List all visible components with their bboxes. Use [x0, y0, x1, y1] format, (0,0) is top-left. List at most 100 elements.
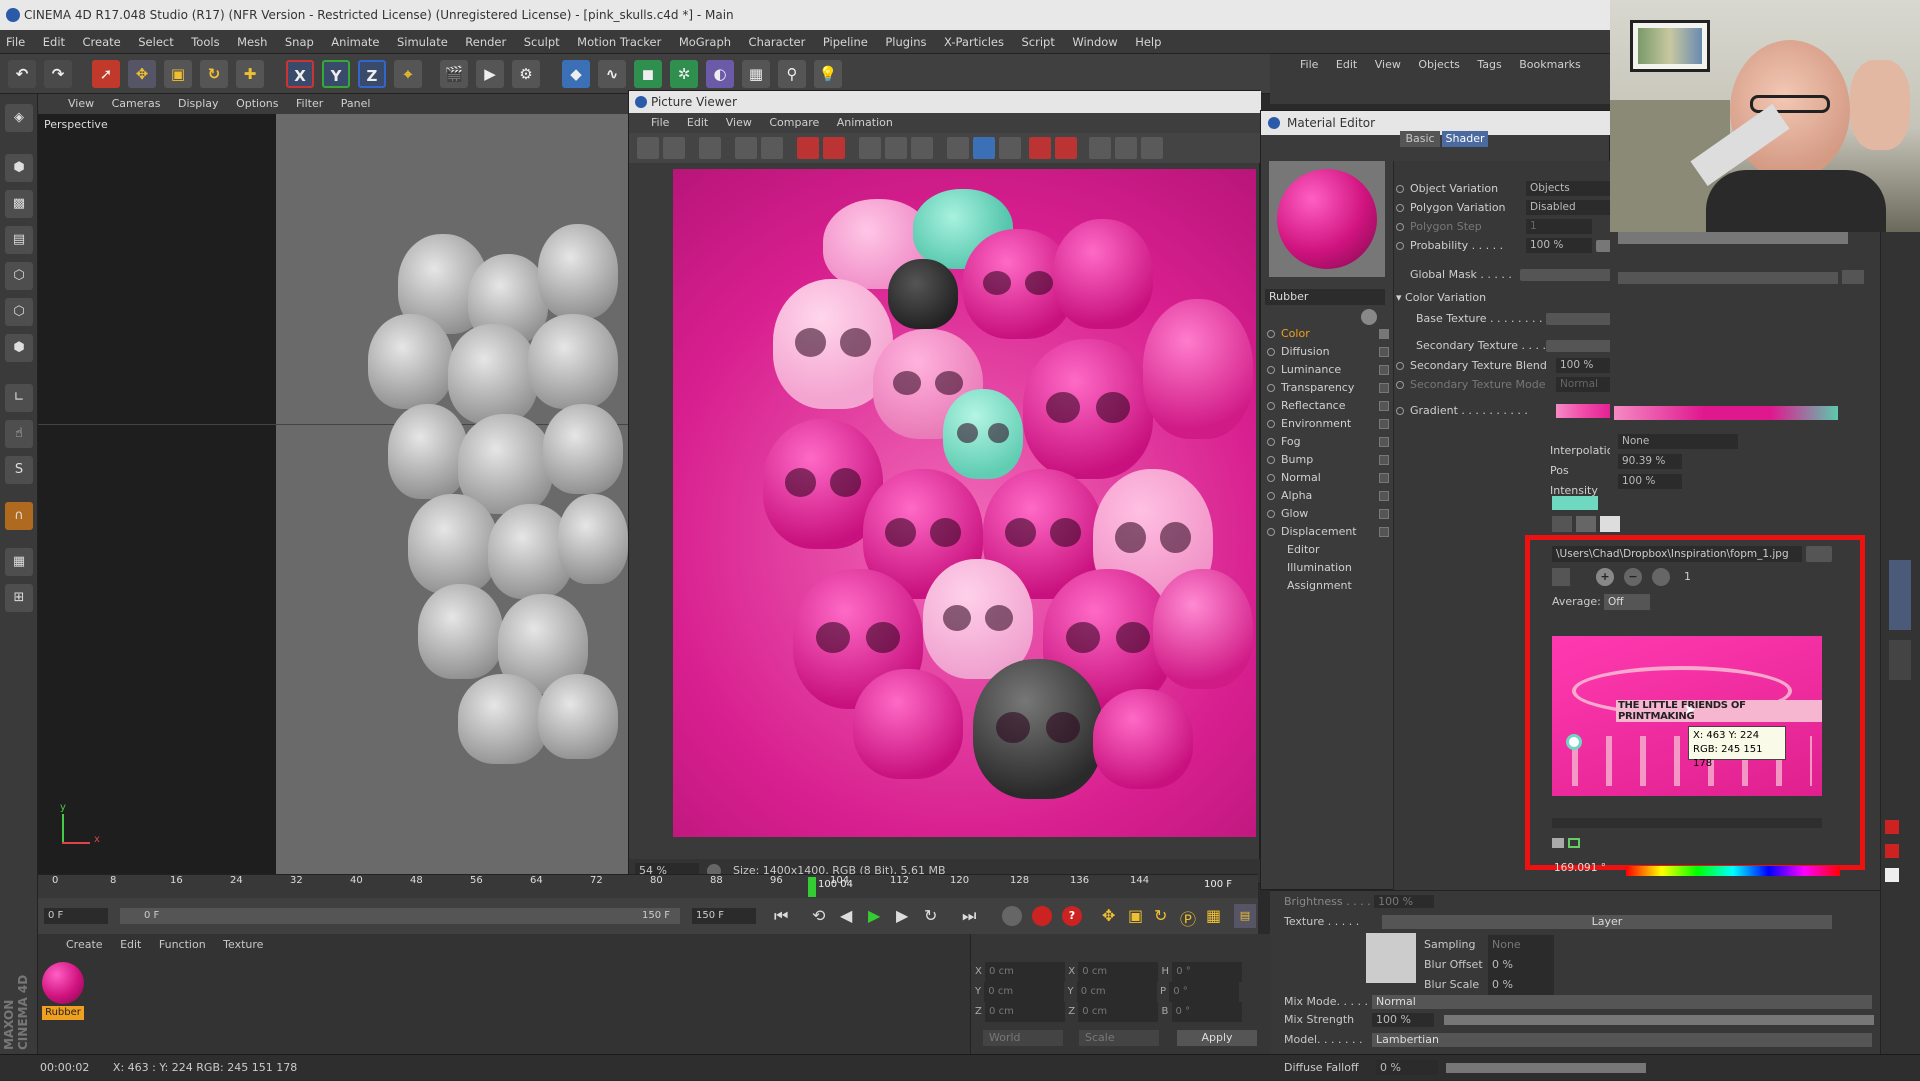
playhead-marker[interactable]	[808, 877, 816, 897]
checkbox-icon[interactable]	[1379, 365, 1389, 375]
menu-script[interactable]: Script	[1021, 35, 1054, 49]
checkbox-checked-icon[interactable]	[1379, 329, 1389, 339]
channel-luminance[interactable]: Luminance	[1267, 361, 1389, 378]
pv-layer-icon[interactable]	[947, 137, 969, 159]
channel-displacement[interactable]: Displacement	[1267, 523, 1389, 540]
pv-settings-icon[interactable]	[911, 137, 933, 159]
magnet-icon[interactable]: ∩	[5, 502, 33, 530]
viewport-menu-display[interactable]: Display	[178, 97, 219, 110]
channel-bump[interactable]: Bump	[1267, 451, 1389, 468]
red-swatch-icon[interactable]	[1885, 844, 1899, 858]
redo-icon[interactable]: ↷	[44, 60, 72, 88]
menu-tools[interactable]: Tools	[191, 35, 219, 49]
blur-offset-field[interactable]: 0 %	[1488, 955, 1554, 975]
key-param-icon[interactable]: Ⓟ	[1180, 906, 1196, 930]
viewport-menu-filter[interactable]: Filter	[296, 97, 323, 110]
secondary-mode-dropdown[interactable]: Normal	[1556, 377, 1616, 392]
menu-file[interactable]: File	[6, 35, 25, 49]
menu-simulate[interactable]: Simulate	[397, 35, 448, 49]
tweak-mode-icon[interactable]: ☝	[5, 420, 33, 448]
menu-snap[interactable]: Snap	[285, 35, 314, 49]
polygon-step-field[interactable]: 1	[1526, 219, 1592, 234]
attributes-tab[interactable]	[1889, 560, 1911, 630]
pv-ab-compare-icon[interactable]	[859, 137, 881, 159]
pv-render-region-icon[interactable]	[823, 137, 845, 159]
pv-split-icon[interactable]	[1115, 137, 1137, 159]
prev-frame-icon[interactable]: ◀	[840, 906, 852, 925]
render-settings-icon[interactable]: ⚙	[512, 60, 540, 88]
red-swatch-icon[interactable]	[1885, 820, 1899, 834]
checkbox-icon[interactable]	[1379, 527, 1389, 537]
pv-b-icon[interactable]	[1055, 137, 1077, 159]
om-menu-edit[interactable]: Edit	[1336, 58, 1357, 71]
next-frame-icon[interactable]: ▶	[896, 906, 908, 925]
material-name-field[interactable]: Rubber	[1265, 289, 1385, 305]
y-axis-lock-button[interactable]: Y	[322, 60, 350, 88]
pv-filter-icon[interactable]	[999, 137, 1021, 159]
global-mask-more-button[interactable]	[1842, 270, 1864, 284]
spline-icon[interactable]: ∿	[598, 60, 626, 88]
timeline-ruler[interactable]: 0 8 16 24 32 40 48 56 64 72 80 88 96 104…	[38, 874, 1258, 898]
tab-shader[interactable]: Shader	[1442, 131, 1488, 147]
channel-assignment[interactable]: Assignment	[1267, 577, 1389, 594]
menu-character[interactable]: Character	[749, 35, 806, 49]
render-view-icon[interactable]: 🎬	[440, 60, 468, 88]
pv-swap-icon[interactable]	[1089, 137, 1111, 159]
camera-icon[interactable]: ⚲	[778, 60, 806, 88]
white-swatch-icon[interactable]	[1885, 868, 1899, 882]
pv-fullscreen-icon[interactable]	[1141, 137, 1163, 159]
om-menu-view[interactable]: View	[1375, 58, 1401, 71]
menu-plugins[interactable]: Plugins	[885, 35, 926, 49]
undo-icon[interactable]: ↶	[8, 60, 36, 88]
global-mask-slot[interactable]	[1520, 269, 1620, 281]
texture-layer-slot[interactable]: Layer	[1382, 915, 1832, 929]
size-z-field[interactable]: 0 cm	[1078, 1002, 1159, 1022]
menu-create[interactable]: Create	[83, 35, 121, 49]
diffuse-falloff-slider[interactable]	[1446, 1063, 1646, 1073]
model-mode-icon[interactable]: ⬢	[5, 154, 33, 182]
grid-icon[interactable]: ▦	[5, 548, 33, 576]
pv-menu-file[interactable]: File	[651, 116, 669, 129]
pv-channel-icon[interactable]	[973, 137, 995, 159]
om-menu-objects[interactable]: Objects	[1418, 58, 1460, 71]
world-dropdown[interactable]: World	[983, 1030, 1063, 1046]
viewport-menu-panel[interactable]: Panel	[341, 97, 371, 110]
material-channel-toggle-icon[interactable]	[1361, 309, 1377, 325]
rendered-skulls-image[interactable]	[673, 169, 1256, 837]
probability-slider-ext[interactable]	[1618, 232, 1848, 244]
checkbox-icon[interactable]	[1379, 491, 1389, 501]
object-variation-dropdown[interactable]: Objects	[1526, 181, 1622, 196]
menu-select[interactable]: Select	[138, 35, 173, 49]
color-picker-icon[interactable]	[1552, 516, 1572, 532]
lock-workplane-icon[interactable]: ⊞	[5, 584, 33, 612]
viewport-menu-cameras[interactable]: Cameras	[112, 97, 161, 110]
channel-diffusion[interactable]: Diffusion	[1267, 343, 1389, 360]
menu-window[interactable]: Window	[1072, 35, 1117, 49]
floor-icon[interactable]: ▦	[742, 60, 770, 88]
mm-menu-function[interactable]: Function	[159, 938, 206, 951]
checkbox-icon[interactable]	[1379, 383, 1389, 393]
pv-menu-animation[interactable]: Animation	[837, 116, 893, 129]
menu-help[interactable]: Help	[1135, 35, 1161, 49]
motion-record-icon[interactable]	[1002, 906, 1022, 926]
probability-field[interactable]: 100 %	[1526, 238, 1592, 253]
key-position-icon[interactable]: ✥	[1102, 906, 1115, 925]
sampling-dropdown[interactable]: None	[1488, 935, 1554, 955]
size-x-field[interactable]: 0 cm	[1078, 962, 1159, 982]
light-icon[interactable]: 💡	[814, 60, 842, 88]
hue-spectrum-bar[interactable]	[1626, 866, 1840, 876]
material-label-rubber[interactable]: Rubber	[42, 1006, 84, 1020]
x-axis-lock-button[interactable]: X	[286, 60, 314, 88]
play-icon[interactable]: ▶	[868, 906, 880, 925]
channel-environment[interactable]: Environment	[1267, 415, 1389, 432]
mix-mode-dropdown[interactable]: Normal	[1372, 995, 1872, 1009]
apply-button[interactable]: Apply	[1177, 1030, 1257, 1046]
pv-a-icon[interactable]	[1029, 137, 1051, 159]
pv-menu-edit[interactable]: Edit	[687, 116, 708, 129]
pv-save-icon[interactable]	[663, 137, 685, 159]
checkbox-icon[interactable]	[1379, 455, 1389, 465]
checkbox-icon[interactable]	[1379, 437, 1389, 447]
channel-alpha[interactable]: Alpha	[1267, 487, 1389, 504]
go-to-end-icon[interactable]: ⏭	[962, 906, 976, 926]
axis-mode-icon[interactable]: ∟	[5, 384, 33, 412]
